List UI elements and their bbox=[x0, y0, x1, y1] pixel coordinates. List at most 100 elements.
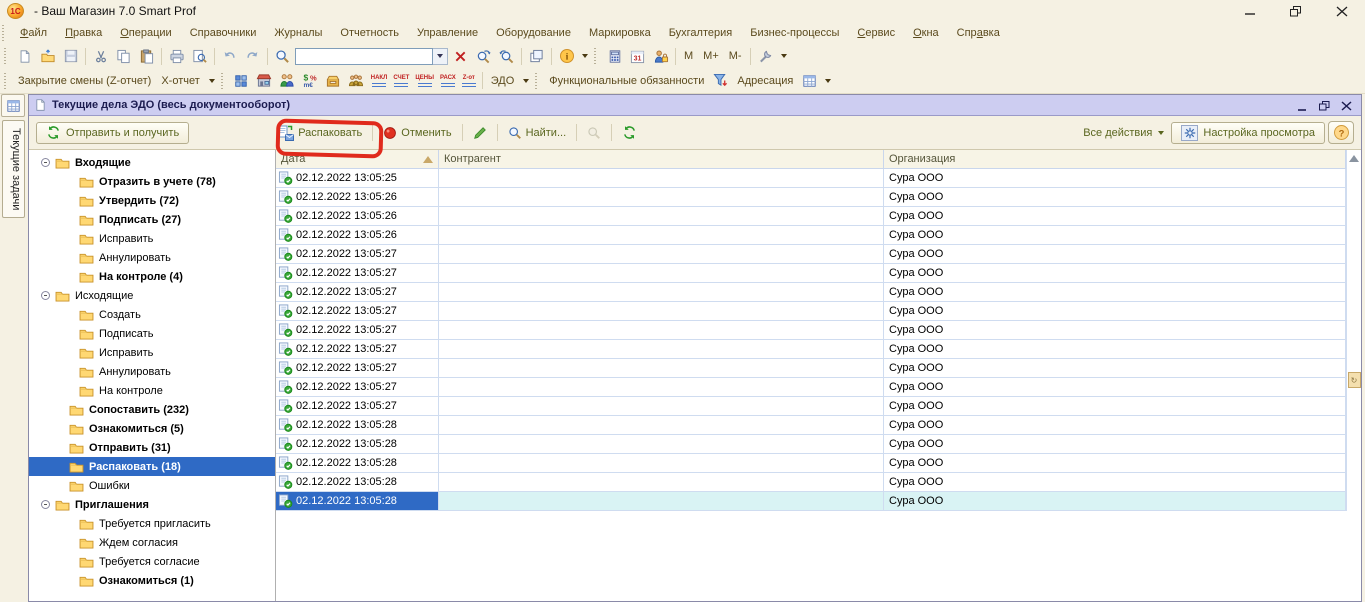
store-button[interactable] bbox=[253, 70, 276, 91]
redo-button[interactable] bbox=[241, 46, 264, 67]
cell-counterparty[interactable] bbox=[439, 435, 884, 453]
tree-item-Отправить (31)[interactable]: Отправить (31) bbox=[29, 438, 275, 457]
tree-item-Распаковать (18)[interactable]: Распаковать (18) bbox=[29, 457, 275, 476]
cell-organization[interactable]: Сура ООО bbox=[884, 226, 1346, 244]
table-row[interactable]: 02.12.2022 13:05:27 Сура ООО bbox=[276, 245, 1346, 264]
invoice-doc-button[interactable]: НАКЛ bbox=[368, 75, 391, 87]
functional-duties-button[interactable]: Функциональные обязанности bbox=[544, 73, 709, 89]
wrench-button[interactable] bbox=[754, 46, 777, 67]
cell-date[interactable]: 02.12.2022 13:05:25 bbox=[276, 169, 439, 187]
cancel-button[interactable]: Отменить bbox=[379, 124, 455, 142]
table-row[interactable]: 02.12.2022 13:05:28Сура ООО bbox=[276, 473, 1346, 492]
table-row[interactable]: 02.12.2022 13:05:28 Сура ООО bbox=[276, 416, 1346, 435]
x-report-button[interactable]: Х-отчет bbox=[156, 73, 204, 89]
memory-m-plus-button[interactable]: M+ bbox=[698, 48, 724, 64]
table-row[interactable]: 02.12.2022 13:05:27Сура ООО bbox=[276, 340, 1346, 359]
cell-counterparty[interactable] bbox=[439, 416, 884, 434]
interface-blocks-button[interactable] bbox=[230, 70, 253, 91]
menu-Файл[interactable]: Файл bbox=[11, 25, 56, 41]
memory-m-minus-button[interactable]: M- bbox=[724, 48, 747, 64]
cell-counterparty[interactable] bbox=[439, 397, 884, 415]
toolbar-grip[interactable] bbox=[594, 48, 599, 64]
tree-item-Приглашения[interactable]: Приглашения bbox=[29, 495, 275, 514]
menu-Окна[interactable]: Окна bbox=[904, 25, 948, 41]
menu-Управление[interactable]: Управление bbox=[408, 25, 487, 41]
doc-close-button[interactable] bbox=[1340, 100, 1352, 111]
menu-Бизнес-процессы[interactable]: Бизнес-процессы bbox=[741, 25, 848, 41]
undo-button[interactable] bbox=[218, 46, 241, 67]
cell-organization[interactable]: Сура ООО bbox=[884, 492, 1346, 510]
cell-date[interactable]: 02.12.2022 13:05:26 bbox=[276, 207, 439, 225]
table-row[interactable]: 02.12.2022 13:05:26Сура ООО bbox=[276, 188, 1346, 207]
tree-item-Утвердить (72)[interactable]: Утвердить (72) bbox=[29, 191, 275, 210]
menu-Журналы[interactable]: Журналы bbox=[265, 25, 331, 41]
user-permissions-button[interactable] bbox=[649, 46, 672, 67]
tree-item-Требуется пригласить[interactable]: Требуется пригласить bbox=[29, 514, 275, 533]
cell-organization[interactable]: Сура ООО bbox=[884, 416, 1346, 434]
unpack-button[interactable]: Распаковать bbox=[273, 123, 366, 143]
table-row[interactable]: 02.12.2022 13:05:28Сура ООО bbox=[276, 435, 1346, 454]
cell-organization[interactable]: Сура ООО bbox=[884, 454, 1346, 472]
menu-Справочники[interactable]: Справочники bbox=[181, 25, 266, 41]
archive-box-button[interactable] bbox=[322, 70, 345, 91]
table-row[interactable]: 02.12.2022 13:05:26 Сура ООО bbox=[276, 226, 1346, 245]
cell-counterparty[interactable] bbox=[439, 226, 884, 244]
cell-date[interactable]: 02.12.2022 13:05:28 bbox=[276, 473, 439, 491]
combo-dropdown-button[interactable] bbox=[433, 48, 448, 65]
cell-date[interactable]: 02.12.2022 13:05:28 bbox=[276, 492, 439, 510]
tree-item-Отразить в учете (78)[interactable]: Отразить в учете (78) bbox=[29, 172, 275, 191]
cell-counterparty[interactable] bbox=[439, 264, 884, 282]
close-shift-button[interactable]: Закрытие смены (Z-отчет) bbox=[13, 73, 156, 89]
close-button[interactable] bbox=[1335, 5, 1349, 17]
menu-Сервис[interactable]: Сервис bbox=[848, 25, 904, 41]
calculator-button[interactable] bbox=[603, 46, 626, 67]
info-button[interactable]: i bbox=[555, 46, 578, 67]
column-header-date[interactable]: Дата bbox=[276, 150, 439, 168]
toolbar-grip[interactable] bbox=[4, 48, 9, 64]
cell-date[interactable]: 02.12.2022 13:05:27 bbox=[276, 340, 439, 358]
find-next-button[interactable] bbox=[472, 46, 495, 67]
tree-item-Подписать (27)[interactable]: Подписать (27) bbox=[29, 210, 275, 229]
menu-grip[interactable] bbox=[2, 25, 7, 41]
tree-item-Входящие[interactable]: Входящие bbox=[29, 153, 275, 172]
menu-Оборудование[interactable]: Оборудование bbox=[487, 25, 580, 41]
tree-item-Исправить[interactable]: Исправить bbox=[29, 229, 275, 248]
cell-counterparty[interactable] bbox=[439, 207, 884, 225]
cell-counterparty[interactable] bbox=[439, 473, 884, 491]
cell-date[interactable]: 02.12.2022 13:05:27 bbox=[276, 302, 439, 320]
cell-counterparty[interactable] bbox=[439, 302, 884, 320]
table-row[interactable]: 02.12.2022 13:05:27Сура ООО bbox=[276, 359, 1346, 378]
cell-date[interactable]: 02.12.2022 13:05:27 bbox=[276, 359, 439, 377]
column-header-counterparty[interactable]: Контрагент bbox=[439, 150, 884, 168]
cell-organization[interactable]: Сура ООО bbox=[884, 321, 1346, 339]
tree-item-Ознакомиться (5)[interactable]: Ознакомиться (5) bbox=[29, 419, 275, 438]
cell-organization[interactable]: Сура ООО bbox=[884, 302, 1346, 320]
cell-counterparty[interactable] bbox=[439, 283, 884, 301]
restore-button[interactable] bbox=[1289, 5, 1303, 17]
expense-doc-button[interactable]: РАСХ bbox=[437, 75, 459, 87]
cell-date[interactable]: 02.12.2022 13:05:27 bbox=[276, 264, 439, 282]
chevron-down-icon[interactable] bbox=[209, 79, 215, 83]
address-table-button[interactable] bbox=[798, 70, 821, 91]
help-button[interactable]: ? bbox=[1328, 121, 1354, 144]
cell-organization[interactable]: Сура ООО bbox=[884, 245, 1346, 263]
z-report-doc-button[interactable]: Z-от bbox=[459, 75, 479, 87]
tree-item-Создать[interactable]: Создать bbox=[29, 305, 275, 324]
cell-date[interactable]: 02.12.2022 13:05:28 bbox=[276, 416, 439, 434]
cell-date[interactable]: 02.12.2022 13:05:26 bbox=[276, 226, 439, 244]
funnel-button[interactable] bbox=[709, 70, 732, 91]
menu-Правка[interactable]: Правка bbox=[56, 25, 111, 41]
cell-date[interactable]: 02.12.2022 13:05:28 bbox=[276, 435, 439, 453]
cell-organization[interactable]: Сура ООО bbox=[884, 188, 1346, 206]
bill-doc-button[interactable]: СЧЕТ bbox=[390, 75, 412, 87]
collapse-icon[interactable] bbox=[41, 291, 50, 300]
toolbar-grip[interactable] bbox=[535, 73, 540, 89]
menu-Отчетность[interactable]: Отчетность bbox=[331, 25, 408, 41]
cell-date[interactable]: 02.12.2022 13:05:27 bbox=[276, 245, 439, 263]
tree-item-Ждем согласия[interactable]: Ждем согласия bbox=[29, 533, 275, 552]
tree-item-Исходящие[interactable]: Исходящие bbox=[29, 286, 275, 305]
send-receive-button[interactable]: Отправить и получить bbox=[36, 122, 189, 144]
print-preview-button[interactable] bbox=[188, 46, 211, 67]
cell-counterparty[interactable] bbox=[439, 378, 884, 396]
partners-button[interactable] bbox=[276, 70, 299, 91]
